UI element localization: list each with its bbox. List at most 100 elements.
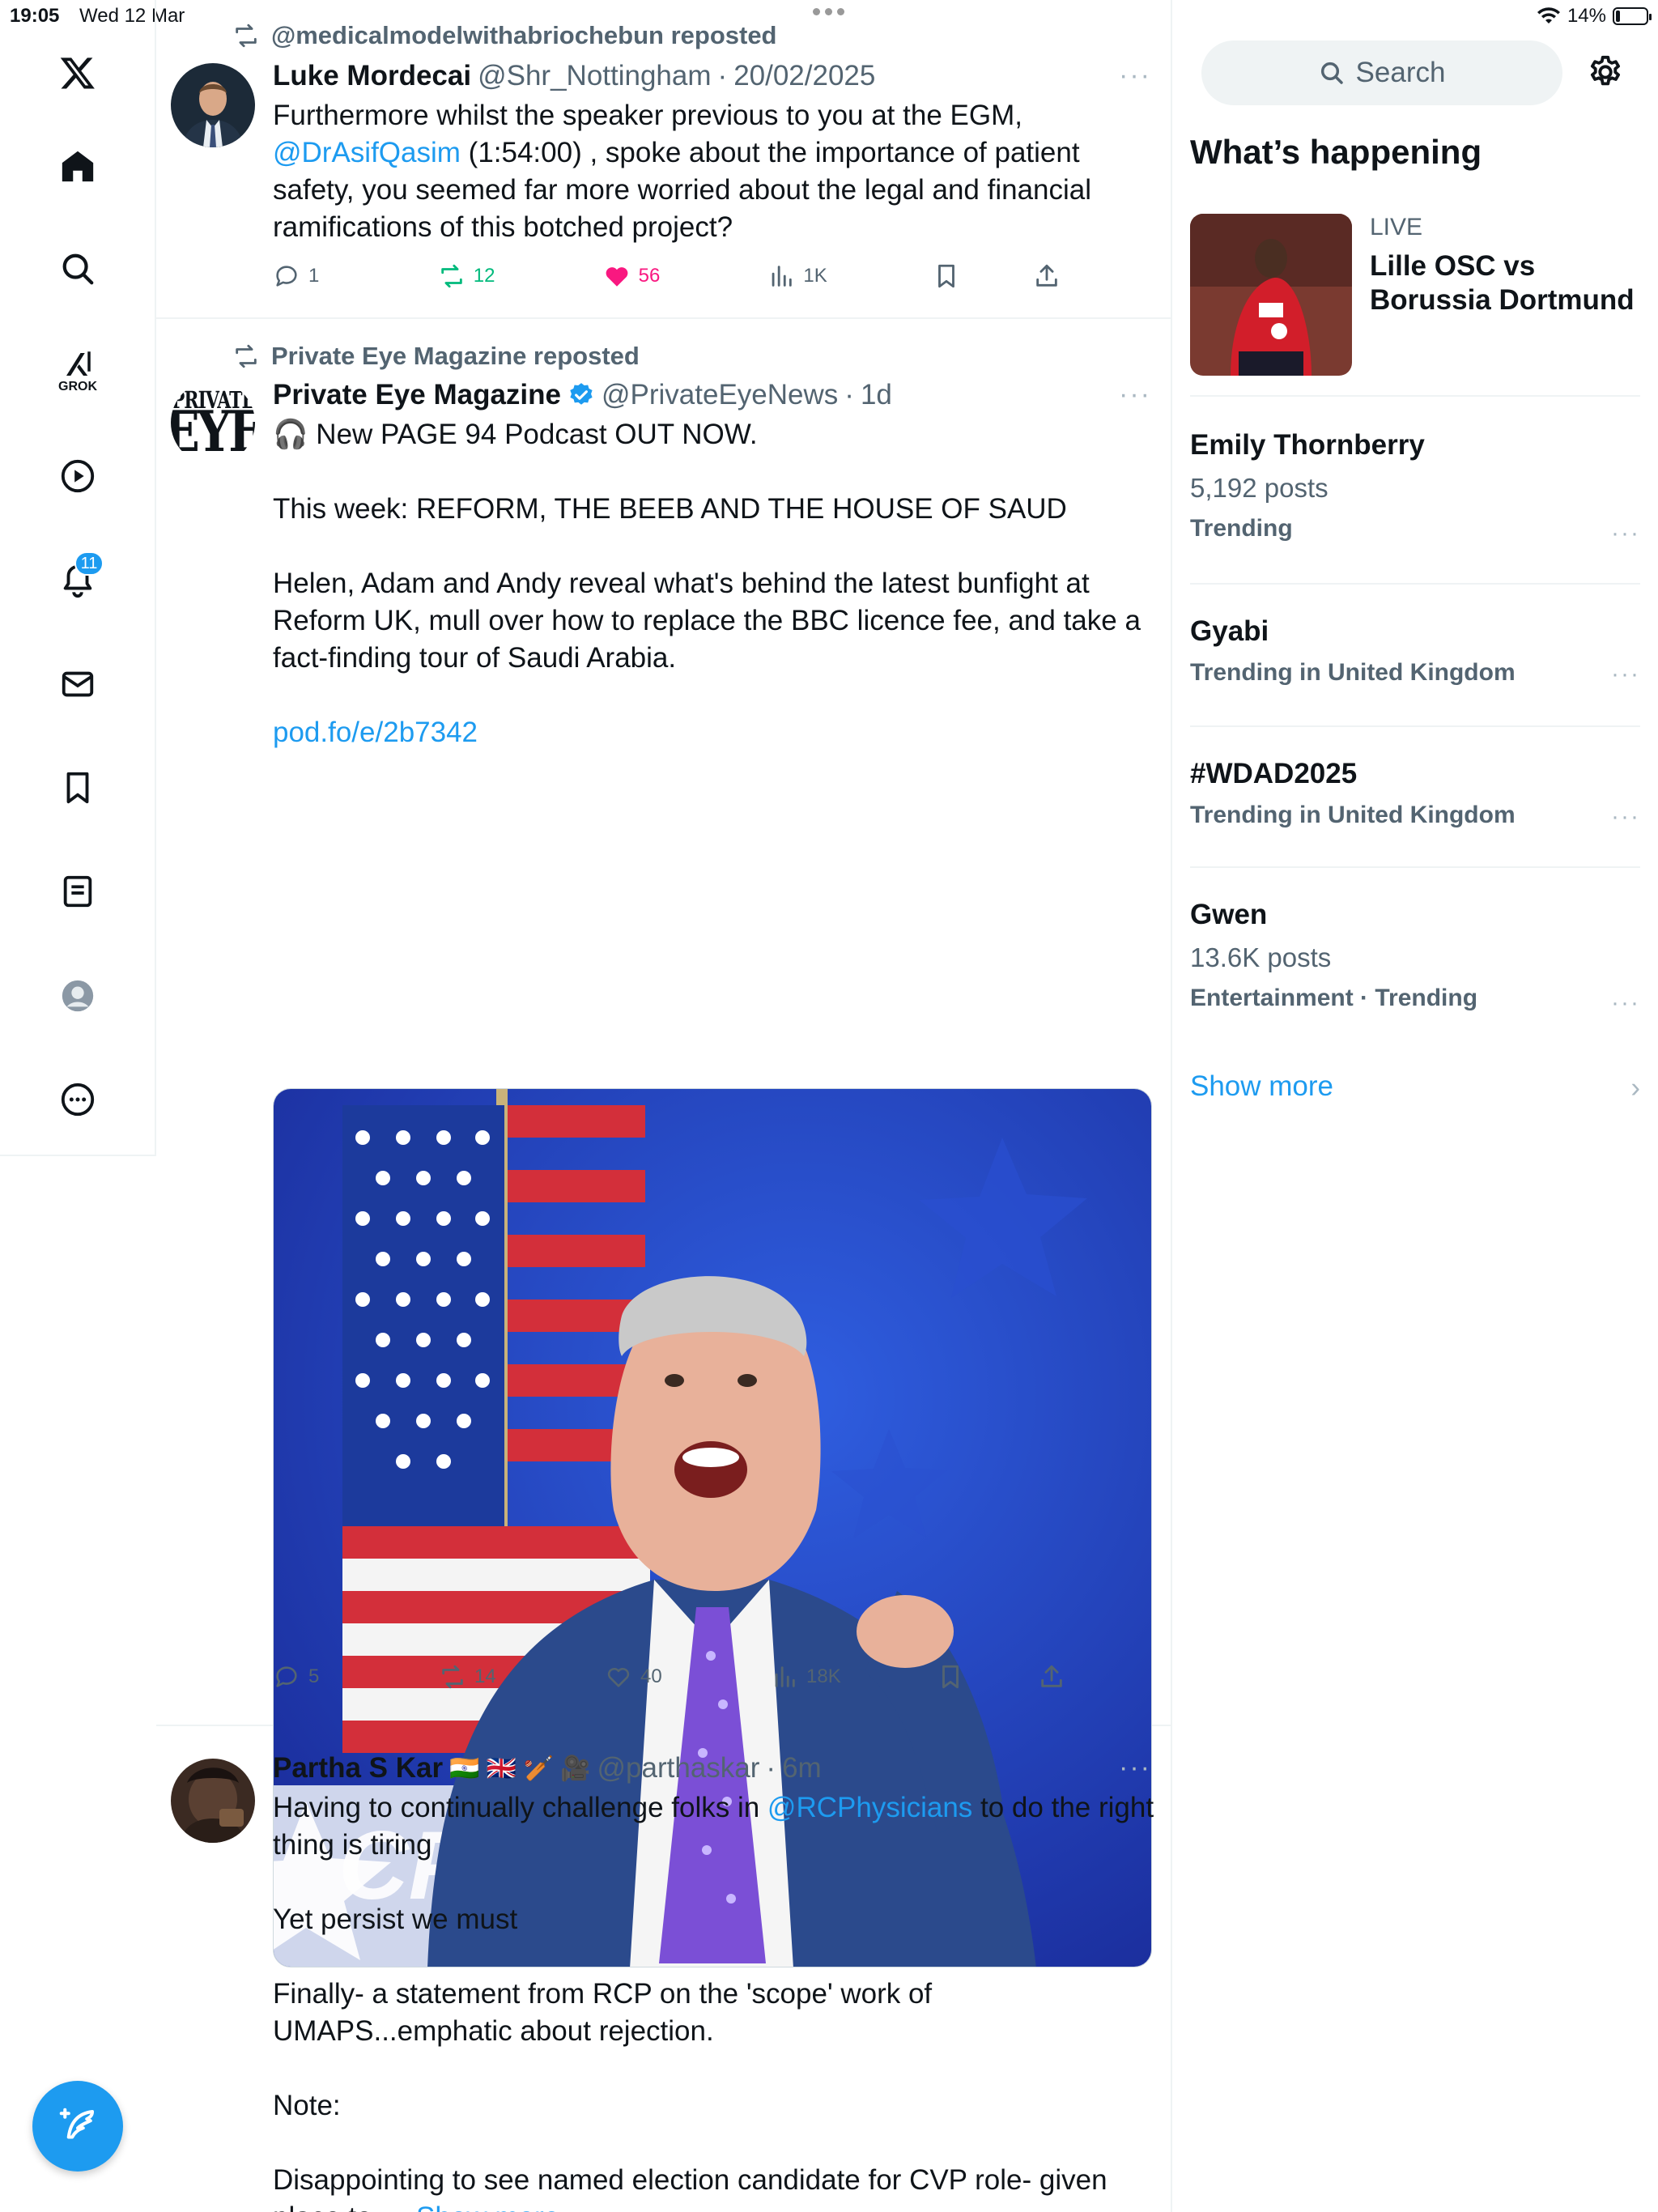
post-actions-private-eye: 5 14 40 18K xyxy=(273,1663,1070,1691)
compose-feather-icon xyxy=(59,2108,95,2139)
repost-icon xyxy=(236,344,257,368)
trend-meta: Entertainment · Trending xyxy=(1190,985,1478,1011)
home-icon[interactable] xyxy=(45,134,110,198)
views-count: 1K xyxy=(803,265,827,287)
x-logo-icon[interactable] xyxy=(45,40,110,105)
trend-name: Emily Thornberry xyxy=(1190,429,1425,461)
repost-indicator: Private Eye Magazine reposted xyxy=(232,342,640,371)
reply-count: 1 xyxy=(308,265,320,287)
trend-name: Gyabi xyxy=(1190,615,1269,647)
video-icon[interactable] xyxy=(45,444,110,508)
more-icon[interactable] xyxy=(45,1067,110,1132)
bookmark-button[interactable] xyxy=(933,262,981,290)
post-private-eye[interactable]: Private Eye Magazine reposted PRIVATE EY… xyxy=(156,319,1171,1967)
trend-meta: Trending in United Kingdom xyxy=(1190,802,1516,828)
timeline: @medicalmodelwithabriochebun reposted Lu… xyxy=(156,0,1172,2212)
search-input[interactable]: Search xyxy=(1201,40,1562,105)
like-count: 56 xyxy=(638,265,661,287)
author-handle[interactable]: @Shr_Nottingham xyxy=(478,60,711,92)
post-text: 🎧 New PAGE 94 Podcast OUT NOW. This week… xyxy=(273,419,1141,674)
post-time[interactable]: 6m xyxy=(782,1752,822,1784)
like-button[interactable]: 56 xyxy=(603,262,716,290)
post-luke-mordecai[interactable]: @medicalmodelwithabriochebun reposted Lu… xyxy=(156,0,1171,319)
repost-label: @medicalmodelwithabriochebun reposted xyxy=(271,21,777,49)
bookmark-button[interactable] xyxy=(937,1663,985,1691)
trend-meta: Trending xyxy=(1190,515,1293,542)
messages-icon[interactable] xyxy=(45,652,110,717)
post-actions: 1 12 56 1K xyxy=(273,262,1065,290)
trend-item[interactable]: #WDAD2025 Trending in United Kingdom ··· xyxy=(1190,725,1640,866)
post-partha-kar[interactable]: Partha S Kar 🇮🇳 🇬🇧 🏏 🎥 @parthaskar · 6m … xyxy=(156,1726,1171,2212)
trend-more-icon[interactable]: ··· xyxy=(1611,520,1640,547)
live-event-card[interactable]: LIVE Lille OSC vs Borussia Dortmund xyxy=(1190,214,1643,395)
share-button[interactable] xyxy=(1033,262,1065,290)
search-icon[interactable] xyxy=(45,236,110,301)
views-button[interactable]: 18K xyxy=(771,1663,884,1691)
compose-post-button[interactable] xyxy=(32,2081,123,2172)
avatar-private-eye-logo[interactable]: PRIVATE EYE xyxy=(171,381,255,465)
grok-icon[interactable]: GROK xyxy=(45,338,110,403)
like-button[interactable]: 40 xyxy=(605,1663,718,1691)
logo-text-eye: EYE xyxy=(171,398,255,465)
trend-item[interactable]: Gwen 13.6K posts Entertainment · Trendin… xyxy=(1190,866,1640,1044)
dot-separator: · xyxy=(766,1752,776,1784)
profile-icon[interactable] xyxy=(45,963,110,1028)
trend-item[interactable]: Gyabi Trending in United Kingdom ··· xyxy=(1190,583,1640,725)
post-text: Furthermore whilst the speaker previous … xyxy=(273,97,1154,246)
section-title: What’s happening xyxy=(1190,133,1482,171)
mention-link[interactable]: @RCPhysicians xyxy=(767,1792,972,1823)
show-more-link[interactable]: Show more xyxy=(416,2201,559,2212)
show-more-trends-button[interactable]: Show more › xyxy=(1190,1070,1640,1104)
trend-more-icon[interactable]: ··· xyxy=(1611,803,1640,831)
trend-more-icon[interactable]: ··· xyxy=(1611,989,1640,1017)
bookmarks-icon[interactable] xyxy=(45,755,110,820)
right-sidebar: Search What’s happening LIVE Lille OSC v… xyxy=(1174,0,1658,2212)
author-name[interactable]: Private Eye Magazine xyxy=(273,379,561,411)
settings-gear-icon[interactable] xyxy=(1587,53,1624,91)
post-time[interactable]: 1d xyxy=(861,379,892,411)
trend-name: #WDAD2025 xyxy=(1190,758,1358,789)
trend-count: 5,192 posts xyxy=(1190,473,1329,503)
views-button[interactable]: 1K xyxy=(767,262,881,290)
views-icon xyxy=(772,266,793,287)
post-text-part: to do the right thing is tiring Yet pers… xyxy=(273,1792,1154,2212)
bookmark-icon xyxy=(942,1665,959,1689)
heart-icon xyxy=(607,1667,630,1687)
name-emojis: 🇮🇳 🇬🇧 🏏 🎥 xyxy=(449,1755,591,1782)
reply-count: 5 xyxy=(308,1665,320,1687)
post-time[interactable]: 20/02/2025 xyxy=(733,60,875,92)
reply-button[interactable]: 5 xyxy=(273,1663,386,1691)
show-more-label: Show more xyxy=(1190,1070,1334,1102)
notifications-badge: 11 xyxy=(74,551,104,576)
author-name[interactable]: Luke Mordecai xyxy=(273,60,471,92)
post-more-icon[interactable]: ··· xyxy=(1119,379,1151,410)
avatar[interactable] xyxy=(171,1759,255,1843)
notifications-icon[interactable]: 11 xyxy=(45,548,110,613)
trend-item[interactable]: Emily Thornberry 5,192 posts Trending ··… xyxy=(1190,395,1640,583)
avatar[interactable] xyxy=(171,63,255,147)
share-button[interactable] xyxy=(1038,1663,1070,1691)
reply-icon xyxy=(276,1666,297,1687)
search-icon xyxy=(1320,62,1343,84)
trend-meta: Trending in United Kingdom xyxy=(1190,659,1516,686)
repost-button[interactable]: 12 xyxy=(438,262,551,290)
repost-icon xyxy=(236,23,257,48)
mention-link[interactable]: @DrAsifQasim xyxy=(273,137,461,168)
share-icon xyxy=(1036,264,1057,287)
reply-icon xyxy=(276,266,297,287)
repost-button[interactable]: 14 xyxy=(439,1663,552,1691)
live-title: Lille OSC vs Borussia Dortmund xyxy=(1370,250,1635,316)
trend-more-icon[interactable]: ··· xyxy=(1611,661,1640,688)
reply-button[interactable]: 1 xyxy=(273,262,386,290)
live-thumbnail xyxy=(1190,214,1352,376)
views-count: 18K xyxy=(806,1665,841,1687)
repost-label: Private Eye Magazine reposted xyxy=(271,342,640,370)
like-count: 40 xyxy=(640,1665,662,1687)
post-more-icon[interactable]: ··· xyxy=(1119,60,1151,91)
author-name[interactable]: Partha S Kar xyxy=(273,1752,443,1784)
post-more-icon[interactable]: ··· xyxy=(1119,1752,1151,1784)
lists-icon[interactable] xyxy=(45,859,110,924)
author-handle[interactable]: @parthaskar xyxy=(597,1752,760,1784)
author-handle[interactable]: @PrivateEyeNews xyxy=(602,379,838,411)
podcast-link[interactable]: pod.fo/e/2b7342 xyxy=(273,714,1154,751)
